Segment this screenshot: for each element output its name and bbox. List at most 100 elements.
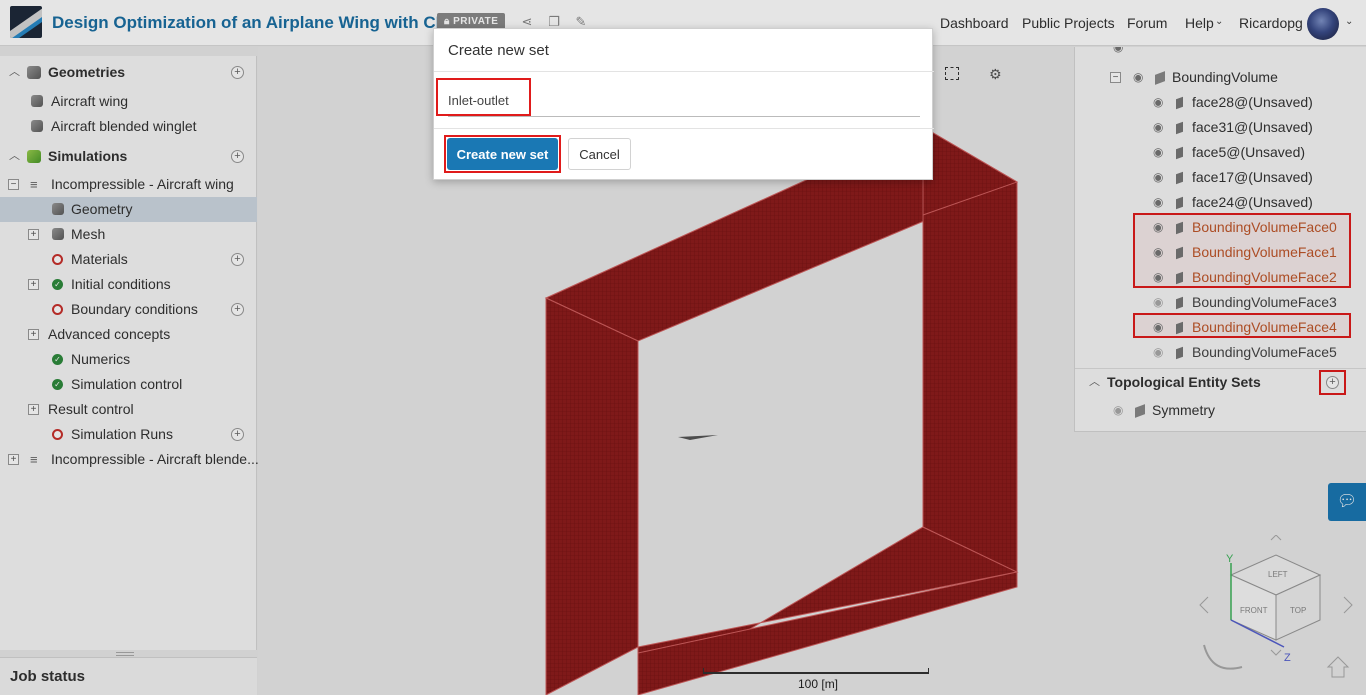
eye-icon[interactable]: ◉ bbox=[1153, 315, 1163, 340]
private-badge-label: PRIVATE bbox=[453, 16, 499, 27]
eye-icon[interactable]: ◉ bbox=[1153, 190, 1163, 215]
mesh-view-icon[interactable]: ⚙ bbox=[989, 66, 1002, 83]
collapse-icon[interactable]: − bbox=[1110, 72, 1121, 83]
eye-icon[interactable]: ◉ bbox=[1153, 340, 1163, 365]
eye-icon[interactable]: ◉ bbox=[1153, 290, 1163, 315]
add-geometry-icon[interactable]: + bbox=[231, 66, 244, 79]
tree-geometry-item[interactable]: Aircraft wing bbox=[0, 89, 257, 114]
eye-icon[interactable]: ◉ bbox=[1153, 265, 1163, 290]
eye-icon[interactable]: ◉ bbox=[1113, 47, 1123, 60]
tree-simulation-2[interactable]: + ≡ Incompressible - Aircraft blende... bbox=[0, 447, 259, 472]
chevron-up-icon[interactable]: ︿ bbox=[9, 144, 20, 169]
avatar[interactable] bbox=[1307, 8, 1339, 40]
face-item[interactable]: ◉ face24@(Unsaved) bbox=[1075, 190, 1366, 215]
tree-result-control-node[interactable]: + Result control bbox=[0, 397, 257, 422]
cube-label-top: TOP bbox=[1290, 606, 1306, 615]
rotate-right-icon[interactable] bbox=[1343, 596, 1353, 614]
tree-simulation-control-node[interactable]: ✓ Simulation control bbox=[0, 372, 257, 397]
user-chevron-down-icon[interactable]: ⌄ bbox=[1345, 16, 1353, 27]
chevron-up-icon[interactable]: ︿ bbox=[9, 60, 20, 85]
eye-icon[interactable]: ◉ bbox=[1133, 65, 1143, 90]
face-item-selected[interactable]: ◉ BoundingVolumeFace0 bbox=[1075, 215, 1366, 240]
face-icon bbox=[1176, 196, 1183, 210]
eye-icon[interactable]: ◉ bbox=[1153, 115, 1163, 140]
cad-icon bbox=[31, 95, 43, 107]
eye-icon[interactable]: ◉ bbox=[1153, 140, 1163, 165]
nav-username[interactable]: Ricardopg bbox=[1239, 15, 1303, 31]
eye-icon[interactable]: ◉ bbox=[1153, 165, 1163, 190]
expand-icon[interactable]: + bbox=[28, 404, 39, 415]
rotate-around-icon[interactable] bbox=[1203, 644, 1243, 670]
add-boundary-condition-icon[interactable]: + bbox=[231, 303, 244, 316]
tree-simulation-runs-node[interactable]: Simulation Runs + bbox=[0, 422, 257, 447]
rotate-down-icon[interactable] bbox=[1270, 649, 1282, 656]
expand-icon[interactable]: + bbox=[28, 279, 39, 290]
collapse-icon[interactable]: − bbox=[8, 179, 19, 190]
eye-icon[interactable]: ◉ bbox=[1113, 398, 1123, 423]
cube-label-left: LEFT bbox=[1268, 570, 1288, 579]
tree-numerics-node[interactable]: ✓ Numerics bbox=[0, 347, 257, 372]
eye-icon[interactable]: ◉ bbox=[1153, 215, 1163, 240]
entity-set-item[interactable]: ◉ Symmetry bbox=[1075, 398, 1366, 423]
scale-label: 100 [m] bbox=[798, 677, 839, 691]
rotate-left-icon[interactable] bbox=[1199, 596, 1209, 614]
box-select-icon[interactable] bbox=[945, 67, 959, 80]
simscale-logo[interactable] bbox=[10, 6, 42, 38]
face-item-selected[interactable]: ◉ BoundingVolumeFace2 bbox=[1075, 265, 1366, 290]
face-item[interactable]: ◉ face17@(Unsaved) bbox=[1075, 165, 1366, 190]
add-simulation-icon[interactable]: + bbox=[231, 150, 244, 163]
expand-icon[interactable]: + bbox=[28, 229, 39, 240]
face-item[interactable]: ◉ face31@(Unsaved) bbox=[1075, 115, 1366, 140]
tree-initial-conditions-node[interactable]: + ✓ Initial conditions bbox=[0, 272, 257, 297]
face-item[interactable]: ◉ BoundingVolumeFace3 bbox=[1075, 290, 1366, 315]
scale-bar bbox=[703, 668, 929, 674]
entity-tree-panel: ◉ − ◉ BoundingVolume ◉ face28@(Unsaved) … bbox=[1074, 47, 1366, 432]
tree-advanced-concepts-node[interactable]: + Advanced concepts bbox=[0, 322, 257, 347]
help-chevron-down-icon[interactable]: ⌄ bbox=[1215, 16, 1223, 27]
navigation-cube[interactable]: LEFT FRONT TOP Y Z bbox=[1196, 535, 1366, 685]
cancel-button[interactable]: Cancel bbox=[568, 138, 631, 170]
geometry-check-icon bbox=[52, 203, 64, 215]
divider bbox=[1075, 368, 1366, 369]
cube-label-front: FRONT bbox=[1240, 606, 1268, 615]
home-icon[interactable] bbox=[1326, 656, 1350, 678]
simulation-tree-panel: ︿ Geometries + Aircraft wing Aircraft bl… bbox=[0, 56, 259, 650]
face-item[interactable]: ◉ face28@(Unsaved) bbox=[1075, 90, 1366, 115]
nav-public-projects[interactable]: Public Projects bbox=[1022, 15, 1115, 31]
chat-icon[interactable]: 💬︎ bbox=[1328, 483, 1366, 521]
add-material-icon[interactable]: + bbox=[231, 253, 244, 266]
eye-icon[interactable]: ◉ bbox=[1153, 90, 1163, 115]
tree-geometry-item[interactable]: Aircraft blended winglet bbox=[0, 114, 257, 139]
set-icon bbox=[1135, 404, 1145, 418]
face-item-selected[interactable]: ◉ BoundingVolumeFace4 bbox=[1075, 315, 1366, 340]
face-item[interactable]: ◉ face5@(Unsaved) bbox=[1075, 140, 1366, 165]
face-icon bbox=[1176, 346, 1183, 360]
face-item-selected[interactable]: ◉ BoundingVolumeFace1 bbox=[1075, 240, 1366, 265]
expand-icon[interactable]: + bbox=[8, 454, 19, 465]
tree-geometry-node[interactable]: Geometry bbox=[0, 197, 257, 222]
eye-icon[interactable]: ◉ bbox=[1153, 240, 1163, 265]
tree-boundary-conditions-node[interactable]: Boundary conditions + bbox=[0, 297, 257, 322]
panel-resize-handle[interactable] bbox=[116, 652, 134, 656]
rotate-up-icon[interactable] bbox=[1270, 535, 1282, 541]
nav-dashboard[interactable]: Dashboard bbox=[940, 15, 1009, 31]
tree-bounding-volume[interactable]: − ◉ BoundingVolume bbox=[1075, 65, 1366, 90]
tree-simulations[interactable]: ︿ Simulations + bbox=[0, 144, 257, 169]
tree-geometries[interactable]: ︿ Geometries + bbox=[0, 60, 257, 85]
dialog-title: Create new set bbox=[434, 29, 934, 72]
tree-materials-node[interactable]: Materials + bbox=[0, 247, 257, 272]
wing-geometry[interactable] bbox=[678, 435, 718, 440]
tree-mesh-node[interactable]: + Mesh bbox=[0, 222, 257, 247]
tree-mesh-part[interactable]: ◉ bbox=[1075, 47, 1366, 60]
face-icon bbox=[1176, 321, 1183, 335]
tree-simulation-1[interactable]: − ≡ Incompressible - Aircraft wing bbox=[0, 172, 257, 197]
bounding-volume-mesh[interactable] bbox=[544, 126, 1019, 695]
job-status-panel[interactable]: Job status bbox=[0, 657, 257, 695]
input-highlight bbox=[436, 78, 531, 116]
nav-forum[interactable]: Forum bbox=[1127, 15, 1167, 31]
nav-help[interactable]: Help bbox=[1185, 15, 1214, 31]
expand-icon[interactable]: + bbox=[28, 329, 39, 340]
chevron-up-icon[interactable]: ︿ bbox=[1089, 370, 1100, 395]
add-run-icon[interactable]: + bbox=[231, 428, 244, 441]
face-item[interactable]: ◉ BoundingVolumeFace5 bbox=[1075, 340, 1366, 365]
